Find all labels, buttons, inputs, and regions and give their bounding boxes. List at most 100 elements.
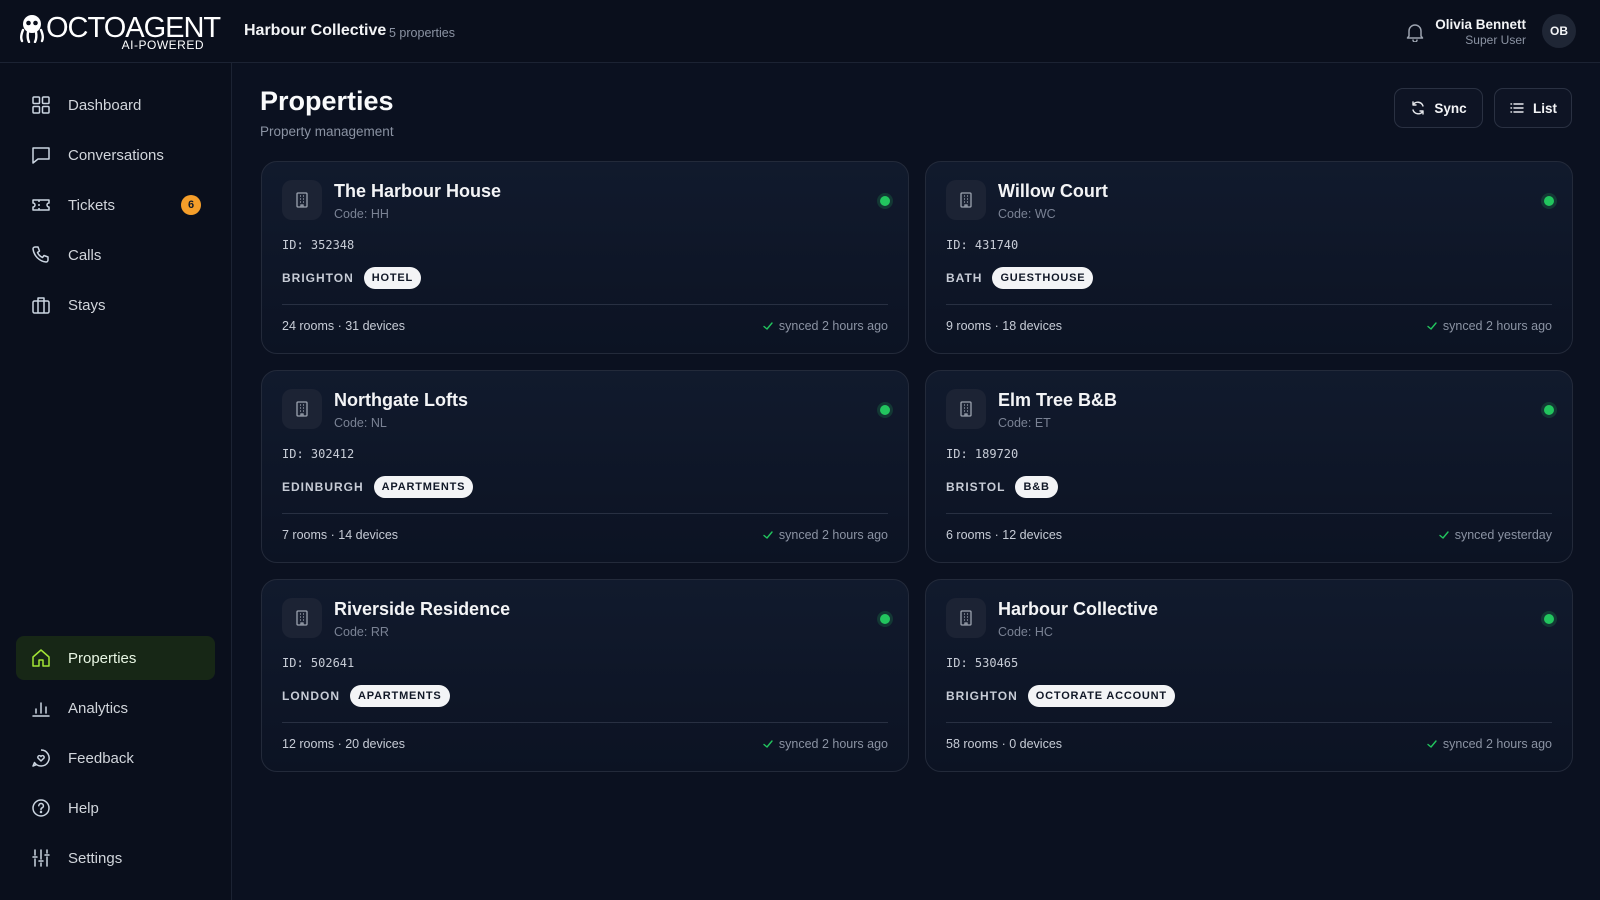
building-icon [282, 180, 322, 220]
check-icon [1427, 740, 1437, 748]
sidebar-item-tickets[interactable]: Tickets 6 [16, 183, 215, 227]
sidebar-item-label: Help [68, 799, 99, 817]
briefcase-icon [30, 294, 52, 316]
sidebar-item-feedback[interactable]: Feedback [16, 736, 215, 780]
building-icon [946, 389, 986, 429]
sidebar-item-label: Conversations [68, 146, 164, 164]
property-type-badge: OCTORATE ACCOUNT [1027, 685, 1175, 707]
status-online-indicator [1544, 405, 1554, 415]
sidebar-item-label: Settings [68, 849, 123, 867]
property-id: ID: 302412 [282, 447, 355, 461]
list-view-button[interactable]: List [1494, 88, 1572, 128]
property-city: EDINBURGH [282, 480, 364, 494]
sidebar-item-label: Feedback [68, 749, 134, 767]
status-online-indicator [880, 196, 890, 206]
page-title: Properties [260, 86, 394, 116]
property-card[interactable]: Willow Court Code: WC ID: 431740 BATH GUE… [925, 161, 1573, 354]
sidebar-item-settings[interactable]: Settings [16, 836, 215, 880]
property-city: BRIGHTON [946, 689, 1018, 703]
home-icon [30, 647, 52, 669]
organization-name[interactable]: Harbour Collective [244, 22, 386, 40]
property-card[interactable]: Northgate Lofts Code: NL ID: 302412 EDIN… [261, 370, 909, 563]
property-name: Elm Tree B&B [998, 390, 1118, 410]
sidebar-item-properties[interactable]: Properties [16, 636, 215, 680]
property-code: Code: HC [998, 625, 1053, 639]
property-name: The Harbour House [334, 181, 502, 201]
property-stats: 6 rooms · 12 devices [946, 528, 1063, 542]
sync-status: synced 2 hours ago [778, 319, 888, 333]
tickets-count-badge: 6 [181, 195, 201, 215]
property-type-badge: B&B [1015, 476, 1058, 498]
logo[interactable]: OCTOAGENT AI-POWERED [18, 12, 221, 52]
property-type-badge: GUESTHOUSE [992, 267, 1094, 289]
property-name: Riverside Residence [334, 599, 511, 619]
help-circle-icon [30, 797, 52, 819]
property-stats: 58 rooms · 0 devices [946, 737, 1063, 751]
property-code: Code: ET [998, 416, 1051, 430]
sidebar-item-label: Calls [68, 246, 102, 264]
user-role: Super User [1465, 33, 1526, 47]
page-subtitle: Property management [260, 124, 394, 139]
property-card[interactable]: Riverside Residence Code: RR ID: 502641 … [261, 579, 909, 772]
message-heart-icon [30, 747, 52, 769]
property-type-badge: HOTEL [363, 267, 422, 289]
property-id: ID: 530465 [946, 656, 1019, 670]
sidebar-item-dashboard[interactable]: Dashboard [16, 83, 215, 127]
property-id: ID: 352348 [282, 238, 355, 252]
sidebar-item-conversations[interactable]: Conversations [16, 133, 215, 177]
top-bar: OCTOAGENT AI-POWERED Harbour Collective … [0, 0, 1600, 63]
check-icon [763, 531, 773, 539]
property-card[interactable]: Harbour Collective Code: HC ID: 530465 B… [925, 579, 1573, 772]
property-id: ID: 189720 [946, 447, 1019, 461]
sidebar-item-calls[interactable]: Calls [16, 233, 215, 277]
sync-status: synced 2 hours ago [778, 528, 888, 542]
logo-subtitle: AI-POWERED [121, 38, 204, 52]
sidebar-item-stays[interactable]: Stays [16, 283, 215, 327]
property-code: Code: NL [334, 416, 387, 430]
check-icon [1427, 322, 1437, 330]
building-icon [946, 180, 986, 220]
property-code: Code: HH [334, 207, 389, 221]
sidebar-item-help[interactable]: Help [16, 786, 215, 830]
list-icon [1510, 103, 1524, 113]
sidebar-item-label: Analytics [68, 699, 129, 717]
divider [946, 304, 1552, 305]
property-id: ID: 431740 [946, 238, 1019, 252]
sync-status: synced 2 hours ago [1442, 737, 1552, 751]
chat-icon [30, 144, 52, 166]
building-icon [946, 598, 986, 638]
grid-icon [30, 94, 52, 116]
check-icon [763, 322, 773, 330]
sliders-icon [30, 847, 52, 869]
property-card[interactable]: Elm Tree B&B Code: ET ID: 189720 BRISTOL… [925, 370, 1573, 563]
status-online-indicator [880, 614, 890, 624]
sync-status: synced 2 hours ago [778, 737, 888, 751]
property-name: Willow Court [998, 181, 1108, 201]
property-city: BATH [946, 271, 983, 285]
building-icon [282, 598, 322, 638]
sidebar-item-label: Dashboard [68, 96, 142, 114]
property-stats: 24 rooms · 31 devices [282, 319, 405, 333]
sidebar-item-label: Properties [68, 649, 137, 667]
refresh-icon [1412, 101, 1425, 115]
avatar[interactable]: OB [1542, 14, 1576, 48]
phone-icon [30, 244, 52, 266]
status-online-indicator [1544, 614, 1554, 624]
status-online-indicator [880, 405, 890, 415]
sidebar-item-label: Stays [68, 296, 106, 314]
divider [282, 722, 888, 723]
property-id: ID: 502641 [282, 656, 355, 670]
sync-status: synced 2 hours ago [1442, 319, 1552, 333]
property-card[interactable]: The Harbour House Code: HH ID: 352348 BR… [261, 161, 909, 354]
property-type-badge: APARTMENTS [373, 476, 474, 498]
property-stats: 12 rooms · 20 devices [282, 737, 405, 751]
divider [946, 722, 1552, 723]
bell-icon[interactable] [1406, 22, 1424, 42]
property-count: 5 properties [389, 26, 456, 40]
sidebar-item-label: Tickets [68, 196, 115, 214]
sidebar-item-analytics[interactable]: Analytics [16, 686, 215, 730]
sync-button[interactable]: Sync [1394, 88, 1483, 128]
property-type-badge: APARTMENTS [350, 685, 450, 707]
property-city: BRIGHTON [282, 271, 354, 285]
property-name: Harbour Collective [998, 599, 1159, 619]
